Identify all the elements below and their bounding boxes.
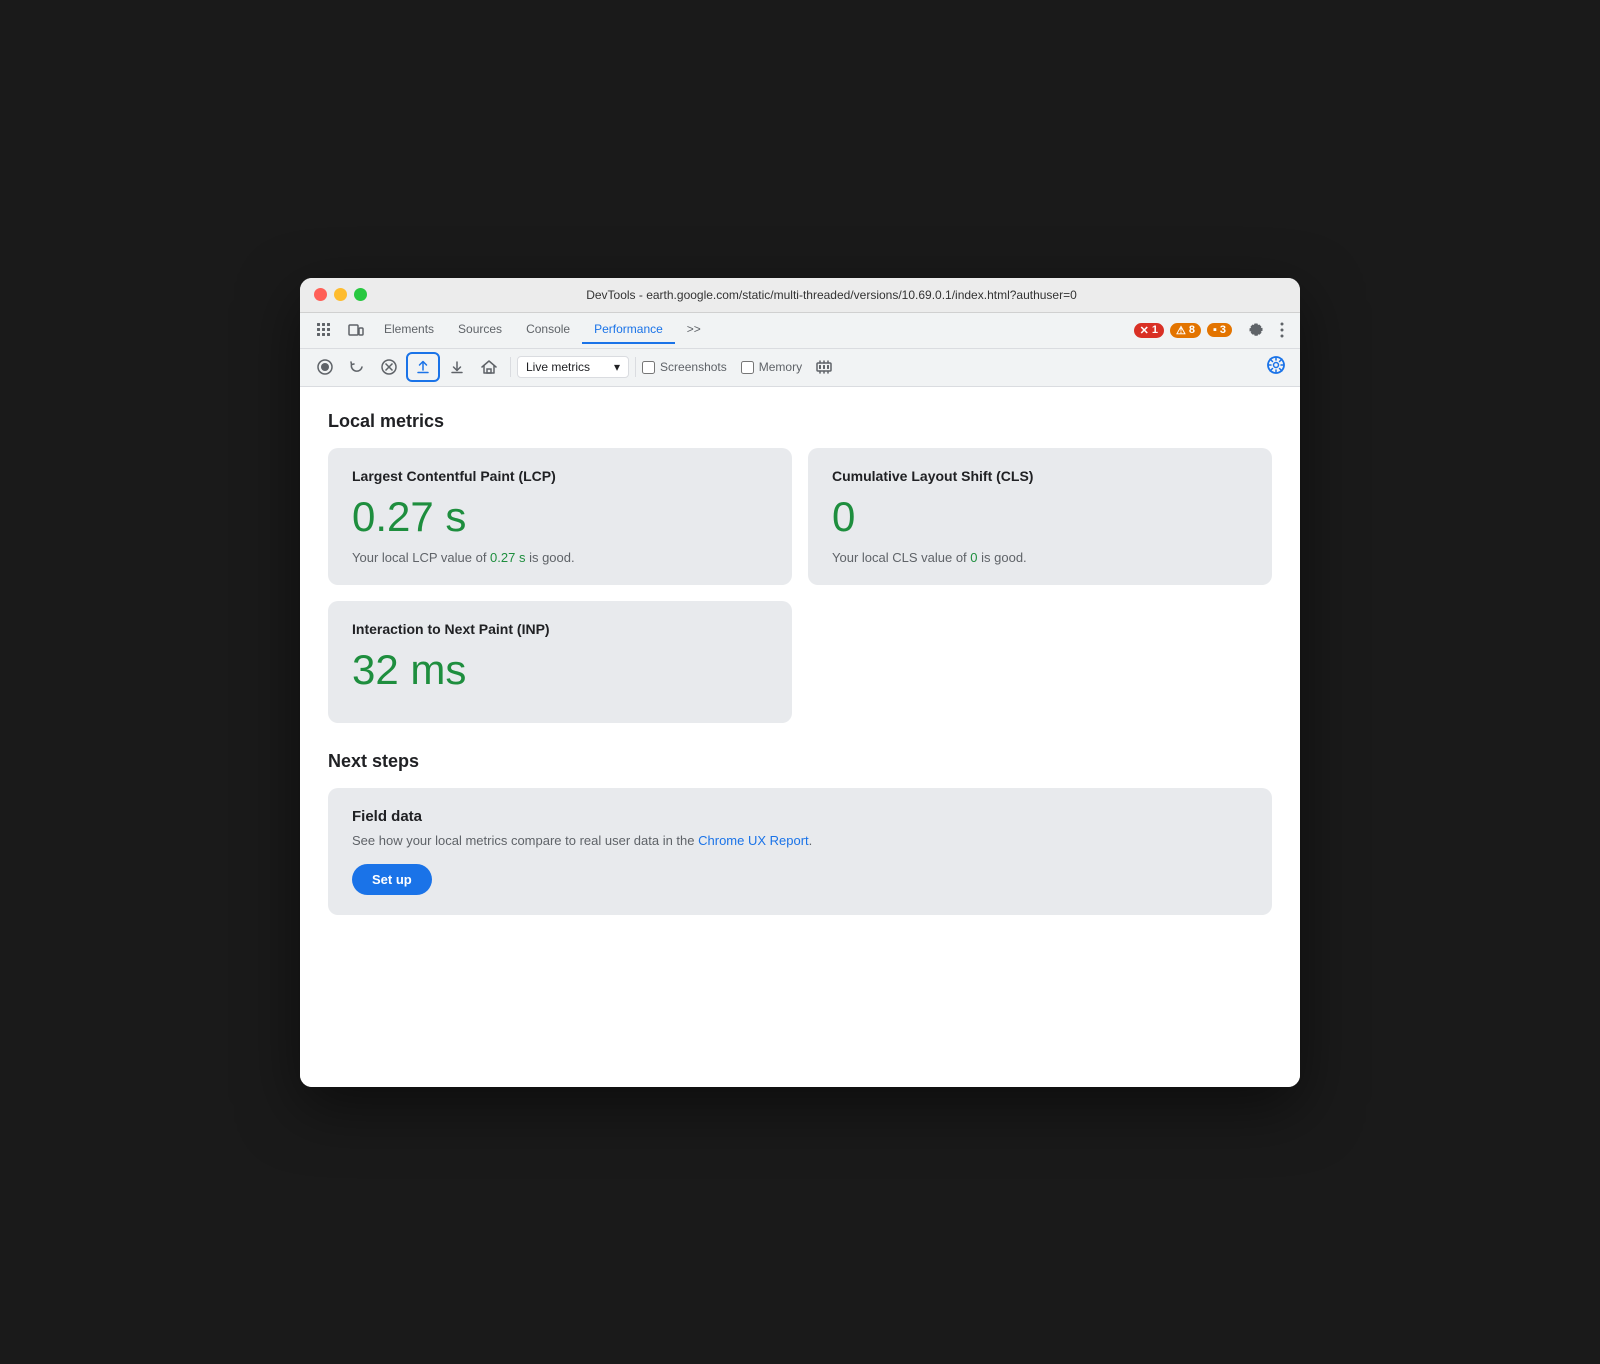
local-metrics-title: Local metrics <box>328 411 1272 432</box>
device-toggle-icon[interactable] <box>340 318 372 342</box>
cls-desc-prefix: Your local CLS value of <box>832 550 970 565</box>
live-metrics-dropdown[interactable]: Live metrics ▾ <box>517 356 629 378</box>
lcp-title: Largest Contentful Paint (LCP) <box>352 468 768 484</box>
screenshots-label: Screenshots <box>660 360 727 374</box>
live-metrics-label: Live metrics <box>526 360 590 374</box>
lcp-desc-prefix: Your local LCP value of <box>352 550 490 565</box>
perf-settings-button[interactable] <box>1262 351 1290 384</box>
devtools-content: Local metrics Largest Contentful Paint (… <box>300 387 1300 1087</box>
devtools-menu-icon[interactable] <box>308 318 340 342</box>
lcp-desc-suffix: is good. <box>525 550 574 565</box>
home-button[interactable] <box>474 354 504 380</box>
field-data-description: See how your local metrics compare to re… <box>352 833 1248 848</box>
record-button[interactable] <box>310 354 340 380</box>
memory-checkbox-label[interactable]: Memory <box>741 360 802 374</box>
info-badge[interactable]: ▪ 3 <box>1207 323 1232 337</box>
tab-sources[interactable]: Sources <box>446 316 514 344</box>
info-icon: ▪ <box>1213 324 1217 336</box>
lcp-description: Your local LCP value of 0.27 s is good. <box>352 550 768 565</box>
performance-toolbar: Live metrics ▾ Screenshots Memory <box>300 349 1300 387</box>
lcp-card: Largest Contentful Paint (LCP) 0.27 s Yo… <box>328 448 792 585</box>
inp-title: Interaction to Next Paint (INP) <box>352 621 768 637</box>
cpu-throttle-icon[interactable] <box>808 354 840 380</box>
toolbar-separator-2 <box>635 357 636 377</box>
cls-description: Your local CLS value of 0 is good. <box>832 550 1248 565</box>
chevron-down-icon: ▾ <box>614 360 620 374</box>
cls-value: 0 <box>832 494 1248 540</box>
chrome-ux-report-link[interactable]: Chrome UX Report <box>698 833 809 848</box>
next-steps-title: Next steps <box>328 751 1272 772</box>
warning-count: 8 <box>1189 324 1195 336</box>
download-button[interactable] <box>442 354 472 380</box>
cls-card: Cumulative Layout Shift (CLS) 0 Your loc… <box>808 448 1272 585</box>
traffic-lights <box>314 288 367 301</box>
maximize-button[interactable] <box>354 288 367 301</box>
warning-icon: ⚠ <box>1176 324 1186 337</box>
settings-icon[interactable] <box>1240 318 1272 342</box>
clear-button[interactable] <box>374 354 404 380</box>
lcp-highlight: 0.27 s <box>490 550 525 565</box>
warning-badge[interactable]: ⚠ 8 <box>1170 323 1201 338</box>
memory-label: Memory <box>759 360 802 374</box>
field-data-card: Field data See how your local metrics co… <box>328 788 1272 915</box>
tab-more[interactable]: >> <box>675 316 713 344</box>
error-count: 1 <box>1152 324 1158 336</box>
metrics-grid: Largest Contentful Paint (LCP) 0.27 s Yo… <box>328 448 1272 585</box>
tab-console[interactable]: Console <box>514 316 582 344</box>
more-options-icon[interactable] <box>1272 318 1292 342</box>
window-title: DevTools - earth.google.com/static/multi… <box>377 288 1286 302</box>
tab-performance[interactable]: Performance <box>582 316 675 344</box>
field-data-desc-text: See how your local metrics compare to re… <box>352 833 698 848</box>
cls-desc-suffix: is good. <box>978 550 1027 565</box>
inp-card: Interaction to Next Paint (INP) 32 ms <box>328 601 792 723</box>
setup-button[interactable]: Set up <box>352 864 432 895</box>
close-button[interactable] <box>314 288 327 301</box>
reload-button[interactable] <box>342 354 372 380</box>
upload-button[interactable] <box>406 352 440 382</box>
tab-elements[interactable]: Elements <box>372 316 446 344</box>
lcp-value: 0.27 s <box>352 494 768 540</box>
minimize-button[interactable] <box>334 288 347 301</box>
inp-value: 32 ms <box>352 647 768 693</box>
error-icon: ✕ <box>1140 324 1149 337</box>
error-badge[interactable]: ✕ 1 <box>1134 323 1164 338</box>
info-count: 3 <box>1220 324 1226 336</box>
cls-highlight: 0 <box>970 550 977 565</box>
field-data-title: Field data <box>352 808 1248 825</box>
next-steps-section: Next steps Field data See how your local… <box>328 751 1272 915</box>
title-bar: DevTools - earth.google.com/static/multi… <box>300 278 1300 313</box>
memory-checkbox[interactable] <box>741 361 754 374</box>
screenshots-checkbox[interactable] <box>642 361 655 374</box>
badges-group: ✕ 1 ⚠ 8 ▪ 3 <box>1134 323 1232 338</box>
toolbar-separator-1 <box>510 357 511 377</box>
cls-title: Cumulative Layout Shift (CLS) <box>832 468 1248 484</box>
devtools-tabs-bar: Elements Sources Console Performance >> … <box>300 313 1300 349</box>
field-data-desc-suffix: . <box>809 833 813 848</box>
browser-window: DevTools - earth.google.com/static/multi… <box>300 278 1300 1087</box>
screenshots-checkbox-label[interactable]: Screenshots <box>642 360 727 374</box>
